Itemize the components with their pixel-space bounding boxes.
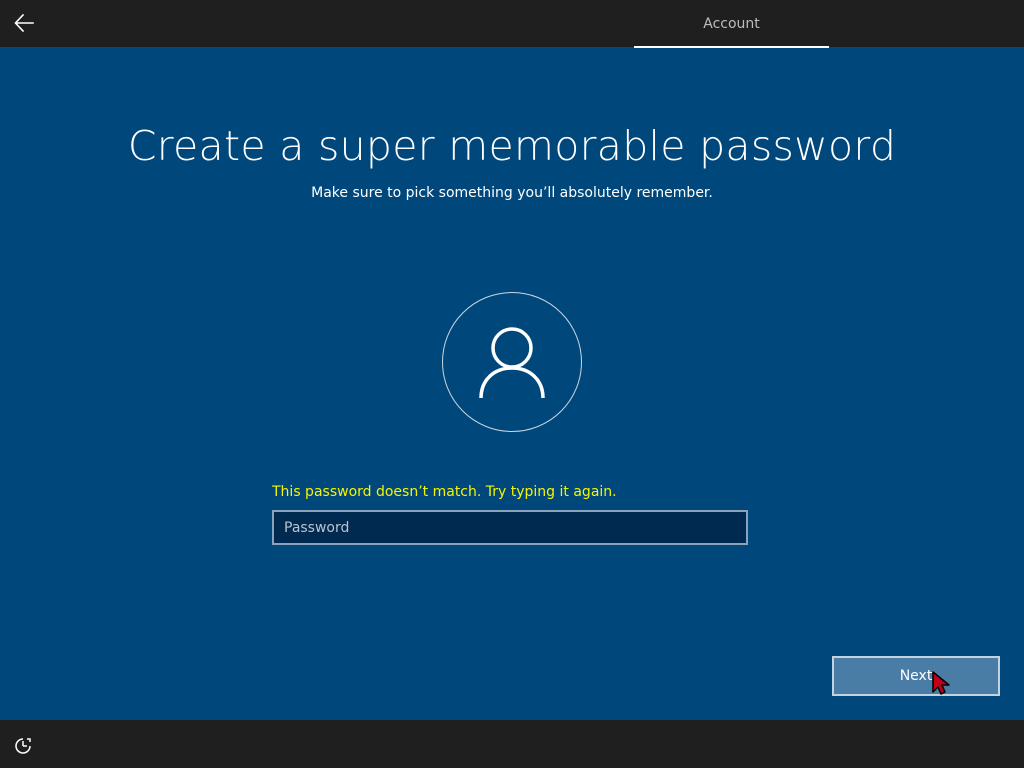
ease-of-access-icon [15,738,31,754]
password-error-message: This password doesn’t match. Try typing … [272,484,617,500]
user-icon [479,327,545,399]
back-button[interactable] [10,9,38,37]
arrow-left-icon [14,13,34,33]
main-content: Create a super memorable password Make s… [0,48,1024,720]
tab-account: Account [634,0,829,48]
page-subtitle: Make sure to pick something you’ll absol… [311,185,713,201]
password-input[interactable] [272,510,748,545]
bottom-bar [0,720,1024,768]
avatar [442,292,582,432]
top-bar: Account [0,0,1024,48]
tab-account-label: Account [703,15,760,32]
accessibility-button[interactable] [10,733,36,759]
next-button[interactable]: Next [832,656,1000,696]
page-title: Create a super memorable password [127,122,897,170]
